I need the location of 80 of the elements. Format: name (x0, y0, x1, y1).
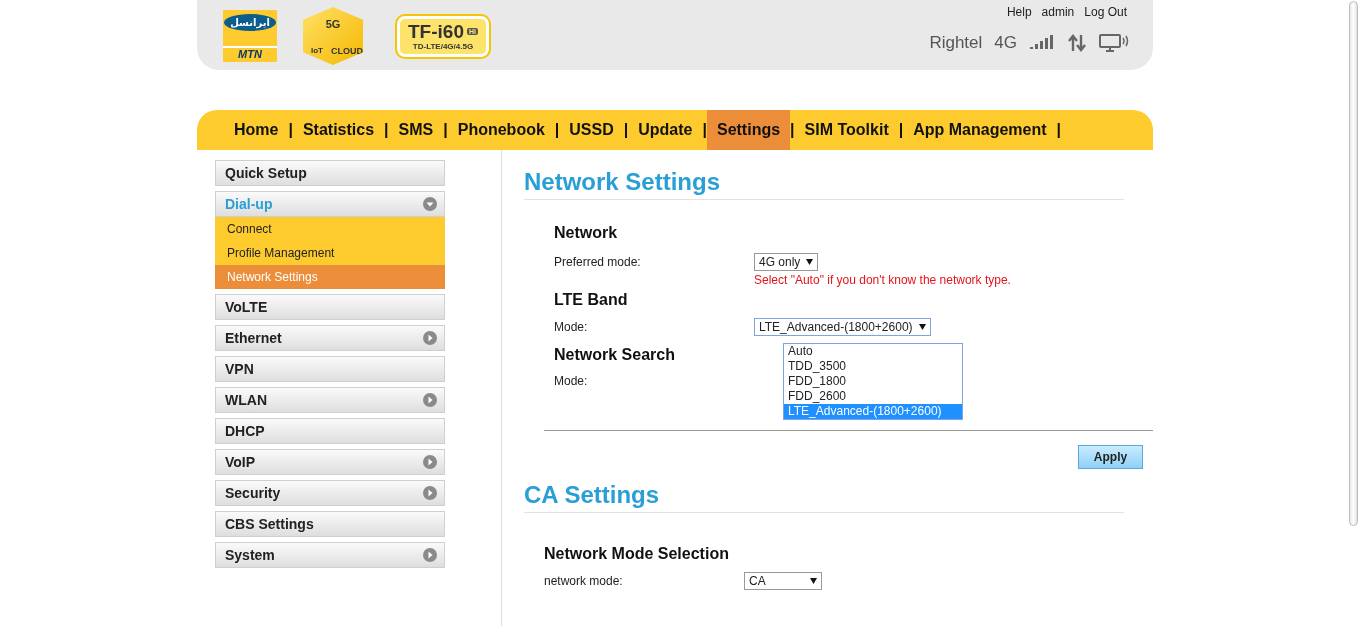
nav-tab[interactable]: SIM Toolkit (794, 110, 899, 150)
nav-tab[interactable]: Update (628, 110, 703, 150)
section-title: CA Settings (524, 481, 1124, 513)
sidebar-item[interactable]: CBS Settings (215, 511, 445, 537)
nav-separator: | (288, 120, 293, 140)
sidebar-item-label: Dial-up (225, 196, 273, 212)
operator-name: Rightel (929, 33, 983, 53)
dropdown-option[interactable]: Auto (784, 344, 962, 359)
scrollbar[interactable] (1349, 1, 1358, 526)
nav-tab[interactable]: USSD (559, 110, 624, 150)
nav-separator: | (443, 120, 448, 140)
nav-tab[interactable]: Settings (706, 110, 791, 150)
chevron-right-icon (423, 393, 437, 407)
dropdown-arrow-icon (810, 578, 817, 584)
sidebar-item[interactable]: VoLTE (215, 294, 445, 320)
apply-button[interactable]: Apply (1078, 445, 1143, 469)
sidebar-item-label: VoIP (225, 454, 256, 470)
sidebar-item[interactable]: WLAN (215, 387, 445, 413)
dropdown-arrow-icon (806, 259, 814, 265)
field-label: network mode: (544, 574, 624, 588)
dropdown-option[interactable]: FDD_2600 (784, 389, 962, 404)
model-subtitle: TD-LTE/4G/4.5G (412, 41, 474, 51)
transfer-arrows-icon (1067, 34, 1087, 52)
sidebar-item-label: System (225, 547, 275, 563)
logo-text: IoT (311, 46, 323, 55)
chevron-down-icon (423, 197, 437, 211)
subsection-heading: Network Mode Selection (544, 545, 729, 563)
nav-separator: | (623, 120, 629, 140)
chevron-right-icon (423, 548, 437, 562)
signal-icon (1029, 35, 1055, 51)
field-label: Mode: (554, 374, 589, 388)
nav-separator: | (702, 120, 707, 140)
field-label: Mode: (554, 320, 589, 334)
dropdown-arrow-icon (918, 324, 926, 330)
dropdown-option[interactable]: TDD_3500 (784, 359, 962, 374)
nav-tab[interactable]: Statistics (292, 110, 385, 150)
network-type: 4G (994, 33, 1017, 53)
sidebar-item[interactable]: System (215, 542, 445, 568)
logo-text: 5G (324, 16, 342, 30)
preferred-mode-dropdown[interactable]: 4G only (754, 253, 819, 271)
nav-separator: | (554, 120, 560, 140)
submenu-item[interactable]: Connect (215, 217, 445, 241)
logo-text: ایرانسل (224, 14, 276, 31)
header-link[interactable]: admin (1039, 5, 1077, 19)
sidebar-item[interactable]: Ethernet (215, 325, 445, 351)
hint-text: Select "Auto" if you don't know the network type. (754, 273, 1011, 287)
submenu-item[interactable]: Profile Management (215, 241, 445, 265)
nav-separator: | (384, 120, 389, 140)
sidebar-item[interactable]: Security (215, 480, 445, 506)
sidebar-item-label: Security (225, 485, 281, 501)
subsection-heading: Network Search (554, 346, 675, 364)
chevron-right-icon (423, 486, 437, 500)
sidebar-item-label: WLAN (225, 392, 267, 408)
header-link[interactable]: Help (1004, 5, 1034, 19)
nav-separator: | (790, 120, 795, 140)
logo-text: MTN (223, 46, 277, 60)
sidebar-item[interactable]: VoIP (215, 449, 445, 475)
nav-tab[interactable]: SMS (388, 110, 444, 150)
nav-tab[interactable]: Phonebook (447, 110, 555, 150)
sidebar-item[interactable]: Quick Setup (215, 160, 445, 186)
section-title: Network Settings (524, 168, 1124, 200)
subsection-heading: Network (554, 224, 618, 242)
nav-tab[interactable]: App Management (903, 110, 1057, 150)
field-label: Preferred mode: (554, 255, 642, 269)
sidebar-item-label: Ethernet (225, 330, 282, 346)
chevron-right-icon (423, 331, 437, 345)
header-link[interactable]: Log Out (1082, 5, 1129, 19)
lte-band-dropdown[interactable]: LTE_Advanced-(1800+2600) (754, 318, 931, 336)
chevron-right-icon (423, 455, 437, 469)
monitor-icon (1099, 34, 1129, 52)
nav-separator: | (1056, 120, 1062, 140)
model-name: TF-i60 (408, 21, 464, 42)
sidebar-item[interactable]: VPN (215, 356, 445, 382)
dropdown-option[interactable]: FDD_1800 (784, 374, 962, 389)
sidebar-item[interactable]: DHCP (215, 418, 445, 444)
nav-separator: | (898, 120, 904, 140)
nav-tab[interactable]: Home (224, 110, 289, 150)
network-mode-dropdown[interactable]: CA (744, 572, 822, 590)
subsection-heading: LTE Band (554, 291, 628, 309)
logo-text: CLOUD (331, 45, 363, 56)
